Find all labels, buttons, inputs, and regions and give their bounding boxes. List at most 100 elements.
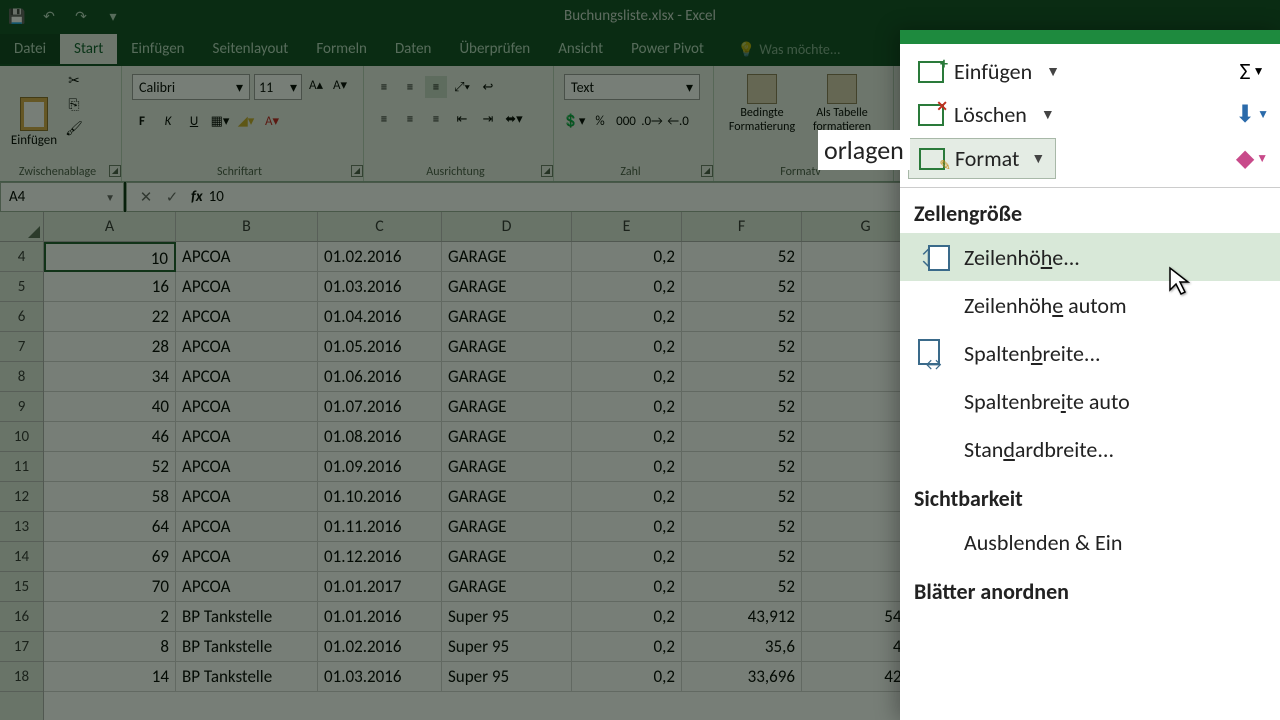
row-header[interactable]: 4: [0, 242, 43, 272]
decrease-decimal-icon[interactable]: ←.0: [667, 110, 689, 132]
align-bottom-icon[interactable]: ≡: [425, 76, 447, 98]
cell[interactable]: 0,2: [572, 482, 682, 512]
cell[interactable]: APCOA: [176, 482, 318, 512]
delete-cells-button[interactable]: Löschen▼: [908, 95, 1065, 134]
decrease-font-icon[interactable]: A▾: [329, 74, 351, 96]
column-header[interactable]: F: [682, 212, 802, 241]
row-header[interactable]: 6: [0, 302, 43, 332]
cell[interactable]: 01.08.2016: [318, 422, 442, 452]
copy-icon[interactable]: ⎘: [64, 94, 84, 114]
cell[interactable]: 64: [44, 512, 176, 542]
cell[interactable]: 01.06.2016: [318, 362, 442, 392]
cell[interactable]: 52: [682, 362, 802, 392]
cell[interactable]: 52: [682, 272, 802, 302]
font-launcher-icon[interactable]: ◢: [351, 165, 363, 177]
cell[interactable]: 0,2: [572, 662, 682, 692]
align-center-icon[interactable]: ≡: [399, 108, 421, 130]
cell[interactable]: 58: [44, 482, 176, 512]
cell[interactable]: 01.12.2016: [318, 542, 442, 572]
save-icon[interactable]: 💾: [8, 7, 26, 25]
tab-view[interactable]: Ansicht: [544, 34, 617, 64]
format-painter-icon[interactable]: 🖌: [64, 118, 84, 138]
column-header[interactable]: E: [572, 212, 682, 241]
cell[interactable]: APCOA: [176, 242, 318, 272]
cell[interactable]: 52: [682, 422, 802, 452]
column-header[interactable]: B: [176, 212, 318, 241]
cell[interactable]: GARAGE: [442, 362, 572, 392]
cell[interactable]: 22: [44, 302, 176, 332]
qat-customize-icon[interactable]: ▾: [104, 7, 122, 25]
insert-cells-button[interactable]: Einfügen▼: [908, 52, 1070, 91]
cell[interactable]: 52: [682, 392, 802, 422]
cell[interactable]: GARAGE: [442, 422, 572, 452]
cell[interactable]: 01.02.2016: [318, 242, 442, 272]
cancel-formula-icon[interactable]: ✕: [133, 188, 159, 207]
row-header[interactable]: 12: [0, 482, 43, 512]
number-launcher-icon[interactable]: ◢: [701, 165, 713, 177]
cell[interactable]: 70: [44, 572, 176, 602]
clipboard-launcher-icon[interactable]: ◢: [109, 165, 121, 177]
tab-file[interactable]: Datei: [0, 34, 60, 64]
cell[interactable]: GARAGE: [442, 512, 572, 542]
cell[interactable]: 01.03.2016: [318, 272, 442, 302]
cut-icon[interactable]: ✂: [64, 70, 84, 90]
cell[interactable]: 0,2: [572, 392, 682, 422]
fill-button[interactable]: ⬇▼: [1232, 97, 1272, 133]
format-cells-button[interactable]: Format▼: [908, 138, 1056, 179]
cell[interactable]: 52: [682, 572, 802, 602]
cell[interactable]: APCOA: [176, 452, 318, 482]
align-middle-icon[interactable]: ≡: [399, 76, 421, 98]
row-header[interactable]: 18: [0, 662, 43, 692]
cell[interactable]: 69: [44, 542, 176, 572]
paste-button[interactable]: Einfügen: [8, 70, 60, 148]
cell[interactable]: Super 95: [442, 632, 572, 662]
cell[interactable]: 01.05.2016: [318, 332, 442, 362]
cell[interactable]: GARAGE: [442, 242, 572, 272]
cell[interactable]: 35,6: [682, 632, 802, 662]
cell[interactable]: 01.02.2016: [318, 632, 442, 662]
cell[interactable]: 01.11.2016: [318, 512, 442, 542]
cell[interactable]: 0,2: [572, 422, 682, 452]
wrap-text-icon[interactable]: ↩: [477, 76, 499, 98]
undo-icon[interactable]: ↶: [40, 7, 58, 25]
cell[interactable]: 0,2: [572, 602, 682, 632]
cell[interactable]: 52: [682, 452, 802, 482]
cell[interactable]: 52: [682, 542, 802, 572]
align-left-icon[interactable]: ≡: [373, 108, 395, 130]
tab-powerpivot[interactable]: Power Pivot: [617, 34, 718, 64]
cell[interactable]: 52: [44, 452, 176, 482]
alignment-launcher-icon[interactable]: ◢: [541, 165, 553, 177]
cell[interactable]: APCOA: [176, 572, 318, 602]
column-header[interactable]: C: [318, 212, 442, 241]
tab-start[interactable]: Start: [60, 34, 117, 64]
orientation-icon[interactable]: ⤢▾: [451, 76, 473, 98]
cell[interactable]: 10: [44, 242, 176, 272]
fill-color-button[interactable]: ◢▾: [235, 110, 257, 132]
cell[interactable]: 52: [682, 302, 802, 332]
align-right-icon[interactable]: ≡: [425, 108, 447, 130]
cell[interactable]: APCOA: [176, 332, 318, 362]
clear-button[interactable]: ◆▼: [1232, 141, 1272, 177]
cell[interactable]: APCOA: [176, 362, 318, 392]
italic-button[interactable]: K: [157, 110, 179, 132]
name-box[interactable]: A4▼: [0, 182, 124, 212]
cell[interactable]: GARAGE: [442, 332, 572, 362]
cell[interactable]: 34: [44, 362, 176, 392]
borders-button[interactable]: ▦▾: [209, 110, 231, 132]
cell[interactable]: APCOA: [176, 302, 318, 332]
row-header[interactable]: 7: [0, 332, 43, 362]
cell[interactable]: 16: [44, 272, 176, 302]
cell[interactable]: Super 95: [442, 662, 572, 692]
redo-icon[interactable]: ↷: [72, 7, 90, 25]
row-header[interactable]: 16: [0, 602, 43, 632]
row-header[interactable]: 14: [0, 542, 43, 572]
tab-formulas[interactable]: Formeln: [302, 34, 381, 64]
cell[interactable]: 14: [44, 662, 176, 692]
row-header[interactable]: 8: [0, 362, 43, 392]
cell[interactable]: BP Tankstelle: [176, 632, 318, 662]
align-top-icon[interactable]: ≡: [373, 76, 395, 98]
bold-button[interactable]: F: [131, 110, 153, 132]
increase-font-icon[interactable]: A▴: [305, 74, 327, 96]
menu-item-hide-unhide[interactable]: Ausblenden & Ein: [900, 518, 1280, 566]
cell[interactable]: APCOA: [176, 272, 318, 302]
